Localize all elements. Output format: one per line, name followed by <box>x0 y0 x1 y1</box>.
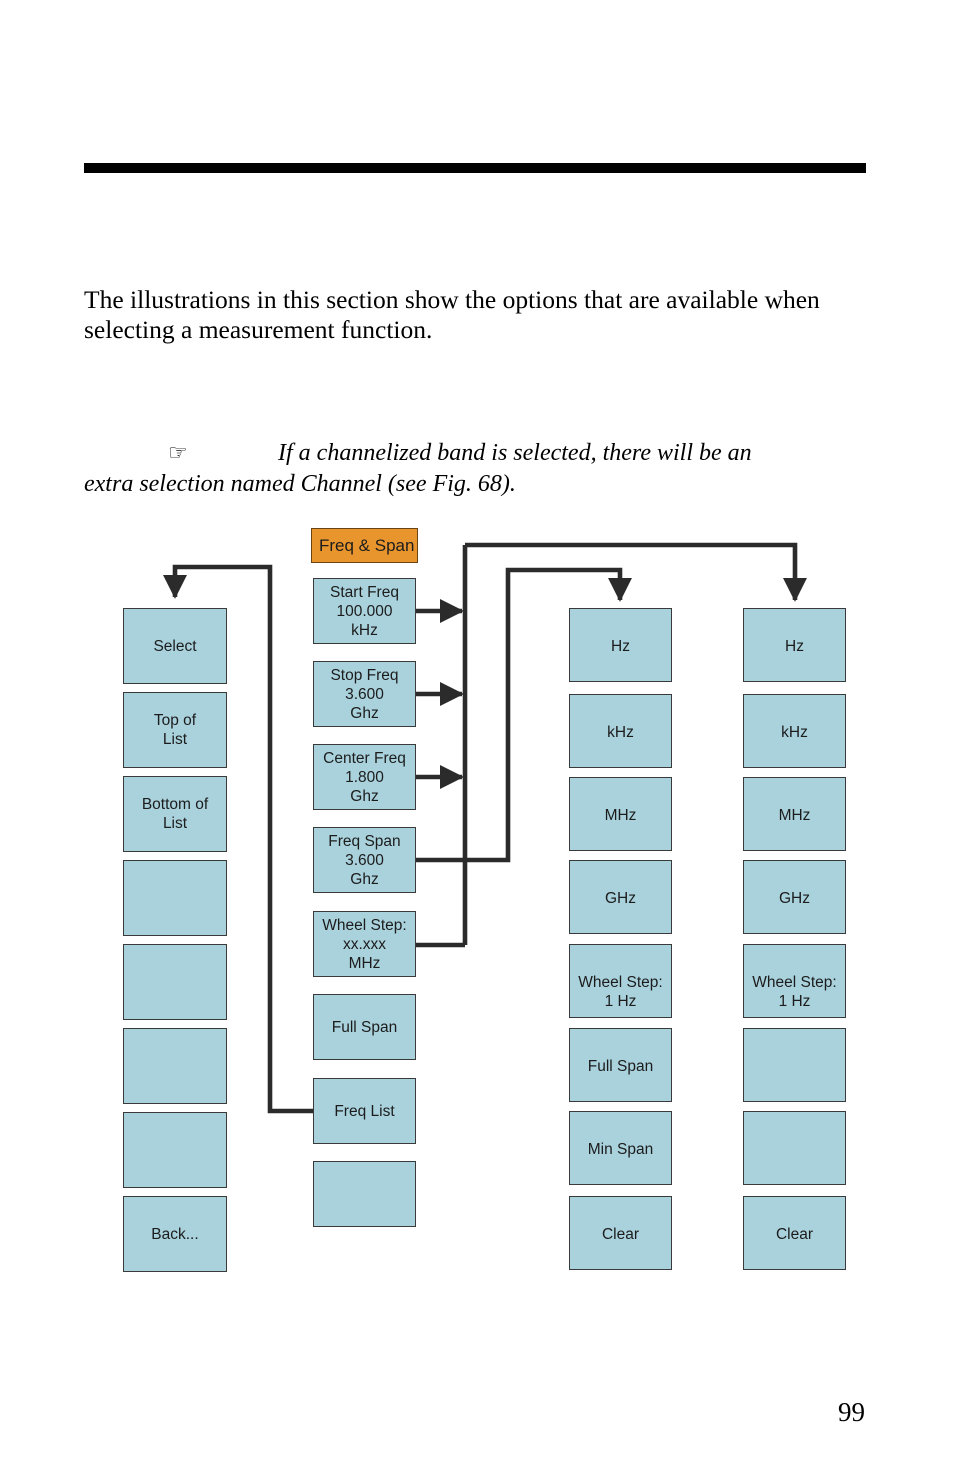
col1-item-0-label: Select <box>153 637 197 655</box>
col4-item-mhz[interactable]: MHz <box>743 777 846 851</box>
col4-item-hz[interactable]: Hz <box>743 608 846 682</box>
col4-item-clear[interactable]: Clear <box>743 1196 846 1270</box>
menu-header-label: Freq & Span <box>319 536 415 555</box>
menu-header-freq-span[interactable]: Freq & Span <box>311 528 418 563</box>
col1-item-0[interactable]: Select <box>123 608 227 684</box>
col3-item-7-label: Clear <box>601 1226 640 1243</box>
col2-item-wheel-step[interactable]: Wheel Step: xx.xxx MHz <box>313 911 416 977</box>
col1-item-back[interactable]: Back... <box>123 1196 227 1272</box>
note-line-2: extra selection named Channel (see Fig. … <box>84 471 516 497</box>
col4-item-3-label: GHz <box>779 890 810 907</box>
col3-item-1-label: kHz <box>607 724 634 741</box>
col4-item-wheel-step[interactable]: Wheel Step: 1 Hz <box>743 944 846 1018</box>
col3-item-0-label: Hz <box>611 638 630 655</box>
col1-item-5[interactable] <box>123 1028 227 1104</box>
col3-item-full-span[interactable]: Full Span <box>569 1028 672 1102</box>
col3-item-min-span[interactable]: Min Span <box>569 1111 672 1185</box>
col4-item-7-label: Clear <box>775 1226 814 1243</box>
body-paragraph: The illustrations in this section show t… <box>84 285 820 344</box>
col3-item-clear[interactable]: Clear <box>569 1196 672 1270</box>
col1-item-1-label: Top of List <box>153 712 197 748</box>
col3-item-hz[interactable]: Hz <box>569 608 672 682</box>
col2-item-4-label: Wheel Step: xx.xxx MHz <box>322 916 407 972</box>
col3-item-khz[interactable]: kHz <box>569 694 672 768</box>
col2-item-center-freq[interactable]: Center Freq 1.800 Ghz <box>313 744 416 810</box>
col1-item-3[interactable] <box>123 860 227 936</box>
col3-item-4-label: Wheel Step: 1 Hz <box>578 974 663 1010</box>
col3-item-6-label: Min Span <box>587 1141 654 1158</box>
col2-item-2-label: Center Freq 1.800 Ghz <box>323 749 406 805</box>
note-line-1: If a channelized band is selected, there… <box>278 440 752 466</box>
col2-item-7[interactable] <box>313 1161 416 1227</box>
col1-item-6[interactable] <box>123 1112 227 1188</box>
col2-item-freq-list[interactable]: Freq List <box>313 1078 416 1144</box>
col4-item-1-label: kHz <box>781 724 808 741</box>
col2-item-freq-span[interactable]: Freq Span 3.600 Ghz <box>313 827 416 893</box>
col2-item-start-freq[interactable]: Start Freq 100.000 kHz <box>313 578 416 644</box>
col2-item-stop-freq[interactable]: Stop Freq 3.600 Ghz <box>313 661 416 727</box>
col1-item-2-label: Bottom of List <box>141 796 209 832</box>
col2-item-3-label: Freq Span 3.600 Ghz <box>328 832 401 888</box>
col4-item-5[interactable] <box>743 1028 846 1102</box>
col3-item-mhz[interactable]: MHz <box>569 777 672 851</box>
col2-item-1-label: Stop Freq 3.600 Ghz <box>330 666 399 722</box>
col2-item-0-label: Start Freq 100.000 kHz <box>330 583 399 639</box>
col3-item-5-label: Full Span <box>587 1058 654 1075</box>
col1-item-back-label: Back... <box>151 1225 199 1243</box>
note-block: ☞ If a channelized band is selected, ther… <box>84 437 868 500</box>
col2-item-5-label: Full Span <box>331 1018 398 1036</box>
col3-item-2-label: MHz <box>604 807 637 824</box>
pointing-hand-icon: ☞ <box>168 440 188 465</box>
col4-item-0-label: Hz <box>785 638 804 655</box>
page-number: 99 <box>838 1397 865 1427</box>
col3-item-wheel-step[interactable]: Wheel Step: 1 Hz <box>569 944 672 1018</box>
col4-item-4-label: Wheel Step: 1 Hz <box>752 974 837 1010</box>
col2-item-6-label: Freq List <box>334 1102 395 1120</box>
col2-item-full-span[interactable]: Full Span <box>313 994 416 1060</box>
col4-item-6[interactable] <box>743 1111 846 1185</box>
connector-trunk-to-col4 <box>465 542 807 602</box>
col3-item-ghz[interactable]: GHz <box>569 860 672 934</box>
header-rule <box>84 163 866 173</box>
col4-item-khz[interactable]: kHz <box>743 694 846 768</box>
col3-item-3-label: GHz <box>605 890 636 907</box>
col1-item-2[interactable]: Bottom of List <box>123 776 227 852</box>
col4-item-2-label: MHz <box>778 807 811 824</box>
col4-item-ghz[interactable]: GHz <box>743 860 846 934</box>
col1-item-1[interactable]: Top of List <box>123 692 227 768</box>
col1-item-4[interactable] <box>123 944 227 1020</box>
